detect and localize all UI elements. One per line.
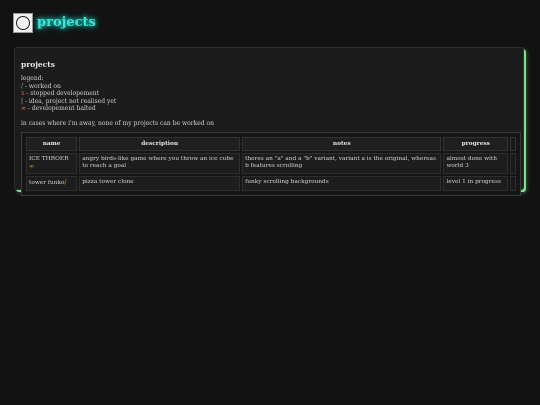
column-spacer <box>510 136 516 151</box>
legend: legend: / - worked on x - stopped develo… <box>21 75 517 113</box>
cell-name: tower funko/ <box>26 176 78 191</box>
cell-name: ICE THROER ∞ <box>26 152 78 175</box>
legend-item-label: - stopped developement <box>24 90 100 98</box>
project-name: tower funko <box>29 180 65 187</box>
legend-item-idea: | - idea, project not realised yet <box>21 98 517 106</box>
away-note: in cases where i'm away, none of my proj… <box>21 119 215 127</box>
halted-icon: ∞ <box>29 163 34 171</box>
legend-item-label: - developement halted <box>26 105 96 113</box>
column-header-description: description <box>79 136 241 151</box>
cell-progress: level 1 in progress <box>443 176 509 191</box>
site-header: projects <box>13 12 96 34</box>
legend-heading: legend: <box>21 75 44 82</box>
table-row: ICE THROER ∞ angry birds-like game where… <box>26 152 516 175</box>
projects-table: name description notes progress ICE THRO… <box>24 135 518 193</box>
card-title: projects <box>21 60 55 69</box>
table-row: tower funko/ pizza tower clone funky scr… <box>26 176 516 191</box>
legend-item-stopped: x - stopped developement <box>21 90 517 98</box>
legend-item-worked-on: / - worked on <box>21 83 517 91</box>
projects-card: projects legend: / - worked on x - stopp… <box>14 47 524 196</box>
cell-notes: funky scrolling backgrounds <box>242 176 442 191</box>
column-header-progress: progress <box>443 136 509 151</box>
cell-progress: almost done with world 3 <box>443 152 509 175</box>
cell-description: pizza tower clone <box>79 176 241 191</box>
cell-spacer <box>510 176 516 191</box>
circle-icon <box>16 16 30 30</box>
project-name: ICE THROER <box>29 155 69 162</box>
column-header-notes: notes <box>242 136 442 151</box>
cell-description: angry birds-like game where you throw an… <box>79 152 241 175</box>
site-title: projects <box>37 15 96 30</box>
legend-item-label: - idea, project not realised yet <box>23 97 117 105</box>
worked-on-icon: / <box>64 179 67 187</box>
cell-spacer <box>510 152 516 175</box>
legend-item-label: - worked on <box>23 82 61 90</box>
column-header-name: name <box>26 136 78 151</box>
legend-item-halted: ∞ - developement halted <box>21 105 517 113</box>
logo-icon[interactable] <box>13 13 33 33</box>
cell-notes: theres an "a" and a "b" variant, variant… <box>242 152 442 175</box>
projects-table-wrapper: name description notes progress ICE THRO… <box>21 131 521 196</box>
table-header-row: name description notes progress <box>26 136 516 151</box>
